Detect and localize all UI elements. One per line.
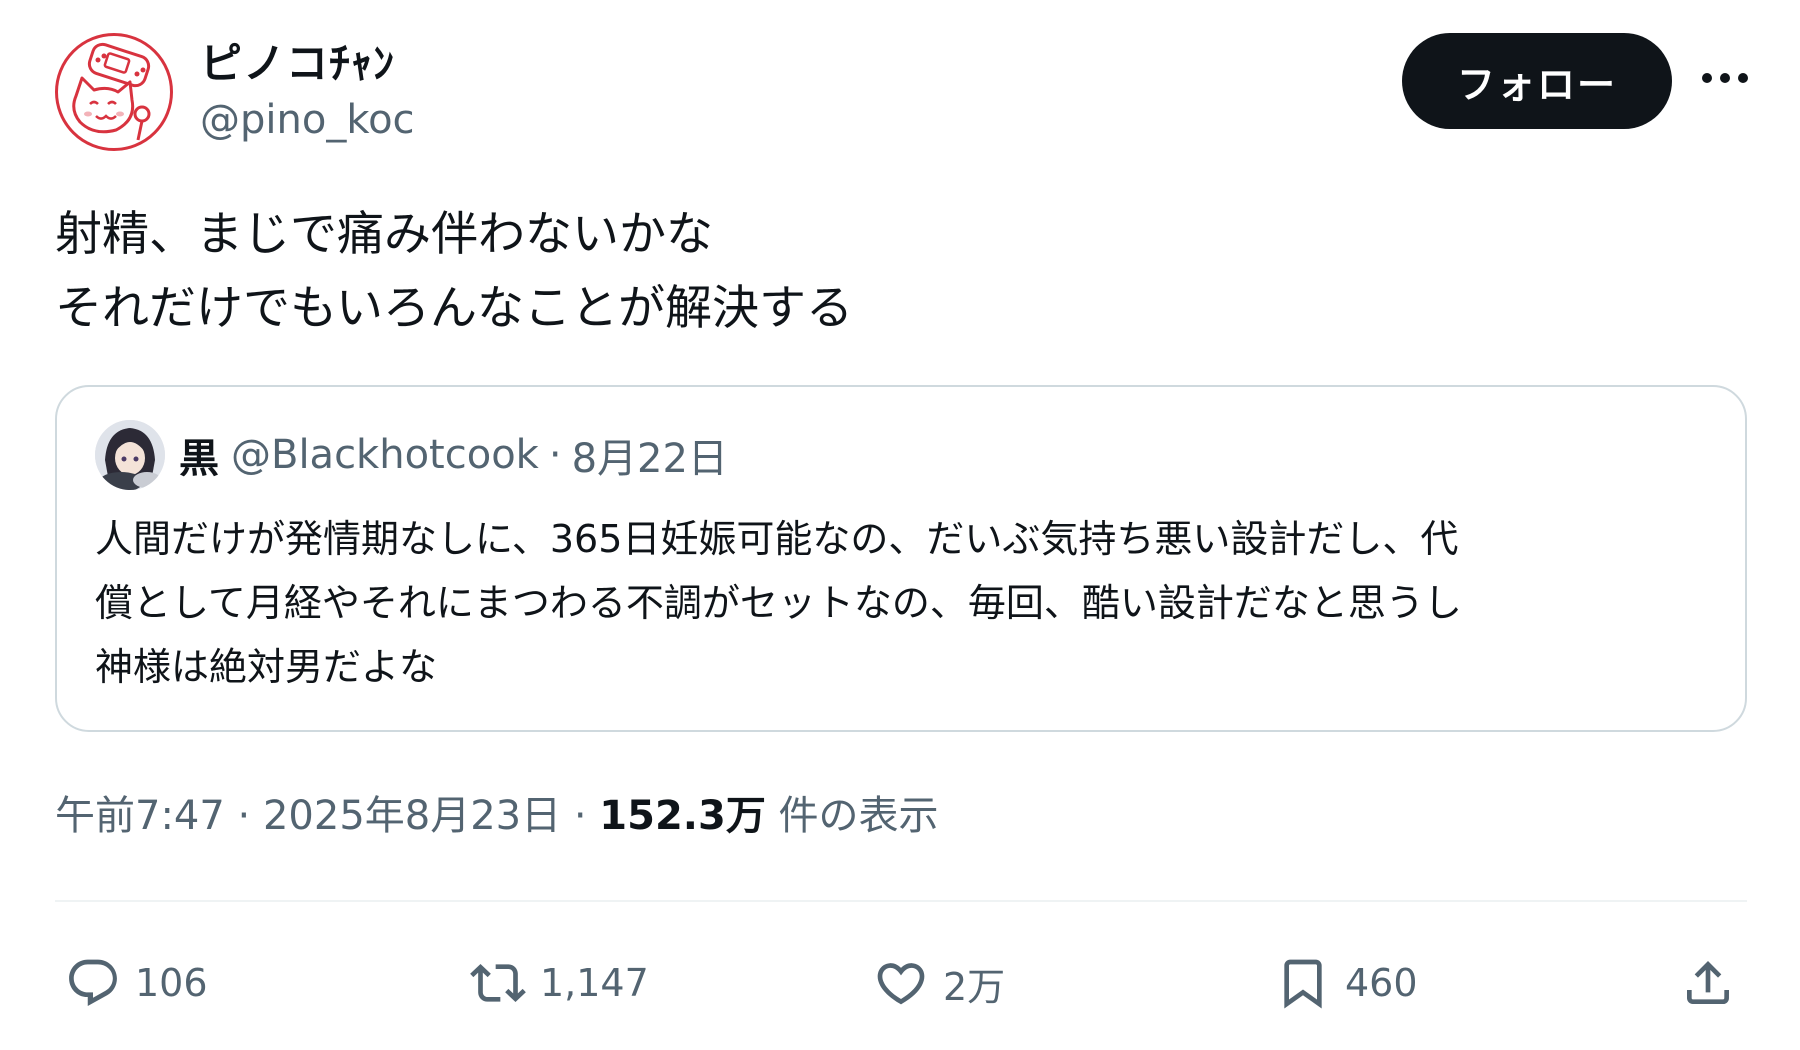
share-upload-icon	[1687, 961, 1729, 1004]
quoted-date: 8月22日	[571, 436, 728, 482]
like-button[interactable]: 2万	[873, 948, 1005, 1018]
more-horizontal-icon	[1702, 73, 1748, 83]
tweet-time[interactable]: 午前7:47	[55, 793, 225, 839]
quoted-tweet-card[interactable]: 黒 @Blackhotcook · 8月22日 人間だけが発情期なしに、365日…	[55, 385, 1747, 732]
retweet-button[interactable]: 1,147	[470, 948, 649, 1018]
follow-button[interactable]: フォロー	[1402, 33, 1672, 129]
quoted-author-avatar	[95, 420, 165, 490]
views-count[interactable]: 152.3万	[599, 793, 766, 839]
cat-game-controller-icon	[72, 42, 151, 141]
quoted-author-display-name: 黒	[179, 436, 219, 482]
quoted-separator: ·	[548, 432, 562, 478]
reply-bubble-icon	[69, 959, 117, 1006]
tweet-header: ピノコﾁｬﾝ @pino_koc フォロー	[55, 28, 1750, 158]
share-button[interactable]	[1680, 948, 1750, 1018]
like-count: 2万	[943, 964, 1006, 1009]
divider	[55, 900, 1747, 902]
retweet-icon	[470, 964, 526, 1002]
reply-count: 106	[135, 961, 208, 1005]
meta-separator: ·	[237, 793, 251, 839]
bookmark-icon	[1284, 959, 1322, 1009]
more-button[interactable]	[1695, 48, 1755, 108]
bookmark-count: 460	[1345, 961, 1418, 1005]
anime-character-avatar-icon	[95, 420, 165, 490]
meta-separator: ·	[573, 793, 587, 839]
tweet-text: 射精、まじで痛み伴わないかな それだけでもいろんなことが解決する	[55, 207, 854, 336]
heart-icon	[877, 963, 925, 1005]
reply-button[interactable]: 106	[65, 948, 208, 1018]
quoted-tweet-text: 人間だけが発情期なしに、365日妊娠可能なの、だいぶ気持ち悪い設計だし、代 償と…	[95, 517, 1462, 689]
tweet-meta: 午前7:47 · 2025年8月23日 · 152.3万 件の表示	[55, 788, 939, 844]
views-label: 件の表示	[778, 793, 939, 839]
tweet-date[interactable]: 2025年8月23日	[263, 793, 561, 839]
bookmark-button[interactable]: 460	[1275, 948, 1418, 1018]
author-handle[interactable]: @pino_koc	[200, 92, 415, 148]
tweet: ピノコﾁｬﾝ @pino_koc フォロー 射精、まじで痛み伴わないかな それだ…	[55, 28, 1750, 1009]
author-avatar[interactable]	[55, 33, 173, 151]
retweet-count: 1,147	[540, 961, 649, 1005]
author-names: ピノコﾁｬﾝ @pino_koc	[200, 36, 415, 148]
quoted-tweet-header: 黒 @Blackhotcook · 8月22日	[95, 420, 728, 490]
quoted-author-handle: @Blackhotcook	[231, 432, 539, 478]
action-bar: 106 1,147 2万 460	[65, 948, 1745, 1018]
author-display-name[interactable]: ピノコﾁｬﾝ	[200, 36, 415, 92]
